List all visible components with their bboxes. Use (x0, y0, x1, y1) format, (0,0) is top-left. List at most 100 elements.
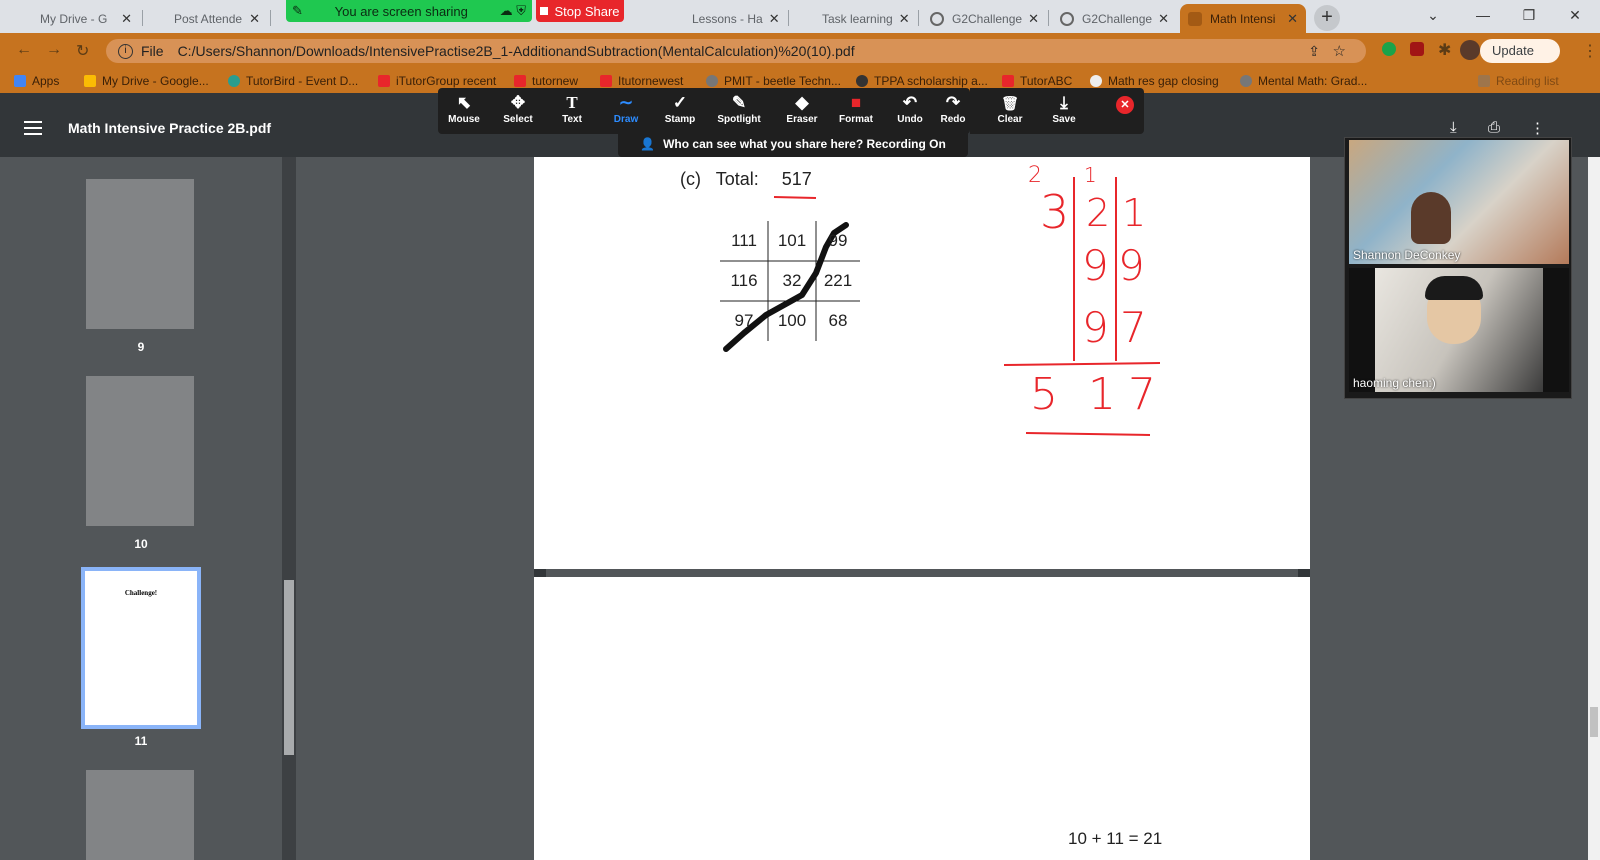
tool-label: Stamp (664, 114, 696, 125)
page-thumbnail-10[interactable] (86, 376, 194, 526)
cloud-icon: ☁ (499, 3, 513, 18)
forward-icon[interactable]: → (46, 41, 62, 59)
stamp-icon: ✓ (672, 93, 688, 112)
bookmark-star-icon[interactable]: ☆ (1333, 42, 1346, 60)
tab-task-learning[interactable]: Task learning ✕ (792, 4, 916, 33)
bookmark-apps[interactable]: Apps (14, 74, 59, 88)
tab-g2challenge-1[interactable]: G2Challenge ✕ (922, 4, 1046, 33)
update-button[interactable]: Update (1480, 39, 1560, 63)
hand-digit: 9 (1082, 241, 1109, 290)
bookmark-math-res[interactable]: Math res gap closing (1090, 74, 1219, 88)
bookmark-label: Itutornewest (618, 74, 684, 88)
sidebar-scroll-thumb[interactable] (284, 580, 294, 755)
tab-my-drive[interactable]: My Drive - G ✕ (10, 4, 140, 33)
tool-label: Mouse (448, 114, 480, 125)
tool-text[interactable]: T Text (546, 92, 598, 125)
close-icon[interactable]: ✕ (1281, 11, 1298, 27)
stop-share-button[interactable]: Stop Share (536, 0, 624, 22)
bookmark-label: Math res gap closing (1108, 74, 1219, 88)
close-icon[interactable]: ✕ (243, 11, 260, 27)
back-icon[interactable]: ← (16, 41, 32, 59)
tool-clear[interactable]: 🗑 Clear (984, 92, 1036, 125)
puzzle-icon[interactable]: ✱ (1438, 40, 1451, 60)
bookmark-tutorabc[interactable]: TutorABC (1002, 74, 1072, 88)
tool-spotlight[interactable]: ✎ Spotlight (710, 92, 768, 125)
close-icon[interactable]: ✕ (893, 11, 910, 27)
scheme-label: File (141, 43, 164, 59)
share-icon[interactable]: ⇪ (1308, 43, 1320, 60)
close-icon[interactable]: ✕ (1022, 11, 1039, 27)
avatar (1411, 192, 1451, 244)
page-thumbnail-9[interactable] (86, 179, 194, 329)
tool-select[interactable]: ✥ Select (492, 92, 544, 125)
tool-draw[interactable]: ∼ Draw (600, 92, 652, 125)
info-icon[interactable]: i (118, 43, 133, 59)
bookmark-label: PMIT - beetle Techn... (724, 74, 841, 88)
bookmark-tutorbird[interactable]: TutorBird - Event D... (228, 74, 358, 88)
bookmark-mental-math[interactable]: Mental Math: Grad... (1240, 74, 1367, 88)
tool-mouse[interactable]: ⬉ Mouse (438, 92, 490, 125)
viewer-scrollbar[interactable] (1588, 157, 1600, 860)
close-icon[interactable]: ✕ (763, 11, 780, 27)
screen-sharing-banner: ✎ You are screen sharing ☁ ⛨ (286, 0, 532, 22)
download-icon[interactable]: ⤓ (1450, 119, 1457, 136)
restore-icon[interactable]: ❐ (1506, 0, 1552, 30)
extension-green-icon[interactable] (1382, 42, 1396, 56)
tool-eraser[interactable]: ◆ Eraser (776, 92, 828, 125)
page-thumbnail-11[interactable]: Challenge! (81, 567, 201, 729)
close-icon[interactable]: ✕ (1152, 11, 1169, 27)
globe-icon (930, 11, 944, 26)
bookmark-label: My Drive - Google... (102, 74, 209, 88)
globe-icon (1060, 11, 1074, 26)
tab-title: Math Intensi (1210, 11, 1276, 26)
next-page-snippet: 10 + 11 = 21 (1068, 829, 1163, 848)
tab-post-attendee[interactable]: Post Attende ✕ (144, 4, 268, 33)
minimize-icon[interactable]: — (1460, 0, 1506, 30)
shield-icon: ⛨ (516, 3, 526, 18)
more-icon[interactable]: ⋮ (1530, 119, 1545, 137)
zoom-icon (152, 12, 166, 26)
save-icon: ⤓ (1060, 93, 1068, 112)
bookmark-itutornewest[interactable]: Itutornewest (600, 74, 683, 88)
hand-digit: 2 (1086, 191, 1111, 235)
ublock-icon[interactable] (1410, 42, 1424, 56)
reload-icon[interactable]: ↻ (76, 41, 89, 61)
tool-label: Format (839, 114, 873, 125)
print-icon[interactable]: ⎙ (1488, 119, 1500, 136)
tool-format[interactable]: ■ Format (830, 92, 882, 125)
globe-icon (706, 75, 718, 87)
tab-search-icon[interactable]: ⌄ (1410, 0, 1456, 30)
kebab-menu-icon[interactable]: ⋮ (1582, 41, 1598, 61)
tool-stamp[interactable]: ✓ Stamp (654, 92, 706, 125)
bookmark-reading-list[interactable]: Reading list (1478, 74, 1559, 88)
tab-title: Lessons - Ha (692, 11, 763, 26)
bookmark-drive[interactable]: My Drive - Google... (84, 74, 209, 88)
tool-label: Redo (940, 114, 966, 125)
tab-lessons[interactable]: Lessons - Ha ✕ (662, 4, 786, 33)
address-bar[interactable]: i File C:/Users/Shannon/Downloads/Intens… (106, 39, 1366, 63)
bookmark-tutornew[interactable]: tutornew (514, 74, 578, 88)
bookmark-label: TutorBird - Event D... (246, 74, 359, 88)
new-tab-button[interactable]: + (1314, 5, 1340, 31)
bookmark-itutorgroup[interactable]: iTutorGroup recent (378, 74, 496, 88)
page-thumbnail-12[interactable] (86, 770, 194, 860)
bookmark-pmit[interactable]: PMIT - beetle Techn... (706, 74, 841, 88)
viewer-scroll-thumb[interactable] (1590, 707, 1598, 737)
close-icon[interactable]: ✕ (115, 11, 132, 27)
participant-video[interactable]: Shannon DeConkey (1349, 140, 1569, 264)
tool-undo[interactable]: ↶ Undo (884, 92, 936, 125)
pdf-page-next: 10 + 11 = 21 (534, 577, 1310, 860)
menu-icon[interactable] (24, 121, 42, 135)
participant-video[interactable]: haoming chen:) (1349, 268, 1569, 392)
bookmark-tppa[interactable]: TPPA scholarship a... (856, 74, 988, 88)
tool-redo[interactable]: ↷ Redo (938, 92, 968, 125)
tab-g2challenge-2[interactable]: G2Challenge ✕ (1052, 4, 1176, 33)
tab-math-intensive[interactable]: Math Intensi ✕ (1180, 4, 1306, 33)
avatar[interactable] (1460, 40, 1480, 60)
close-toolbar-icon[interactable]: ✕ (1116, 96, 1134, 114)
window-close-icon[interactable]: ✕ (1552, 0, 1598, 30)
tool-save[interactable]: ⤓ Save (1038, 92, 1090, 125)
screen-sharing-status: You are screen sharing (334, 3, 468, 19)
url-text: C:/Users/Shannon/Downloads/IntensivePrac… (177, 43, 855, 59)
recording-notice[interactable]: 👤 Who can see what you share here? Record… (618, 131, 968, 157)
